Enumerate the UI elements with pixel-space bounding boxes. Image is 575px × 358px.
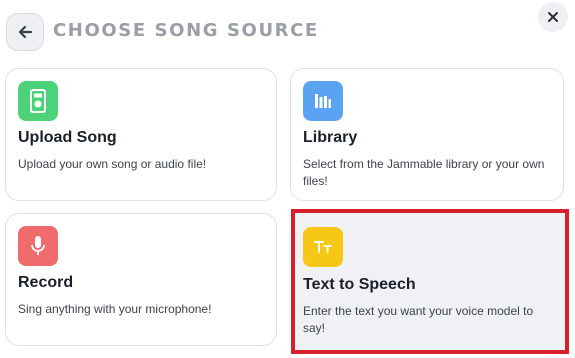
- option-description: Select from the Jammable library or your…: [303, 157, 545, 188]
- option-description: Enter the text you want your voice model…: [303, 304, 534, 335]
- close-button[interactable]: [538, 2, 568, 32]
- upload-song-option[interactable]: Upload Song Upload your own song or audi…: [5, 68, 277, 201]
- back-button[interactable]: [6, 13, 44, 51]
- option-description: Sing anything with your microphone!: [18, 302, 212, 316]
- record-option[interactable]: Record Sing anything with your microphon…: [5, 213, 277, 346]
- option-description: Upload your own song or audio file!: [18, 157, 207, 171]
- option-title: Library: [303, 129, 358, 146]
- text-to-speech-option[interactable]: Text to Speech Enter the text you want y…: [291, 209, 569, 354]
- close-icon: [548, 12, 558, 22]
- arrow-left-icon: [18, 25, 33, 39]
- music-player-icon: [18, 81, 58, 121]
- page-title: CHOOSE SONG SOURCE: [53, 20, 319, 41]
- option-title: Upload Song: [18, 129, 117, 146]
- library-option[interactable]: Library Select from the Jammable library…: [290, 68, 564, 201]
- option-title: Text to Speech: [303, 276, 416, 293]
- microphone-icon: [18, 226, 58, 266]
- option-title: Record: [18, 274, 74, 291]
- library-icon: [303, 81, 343, 121]
- text-size-icon: [303, 227, 343, 267]
